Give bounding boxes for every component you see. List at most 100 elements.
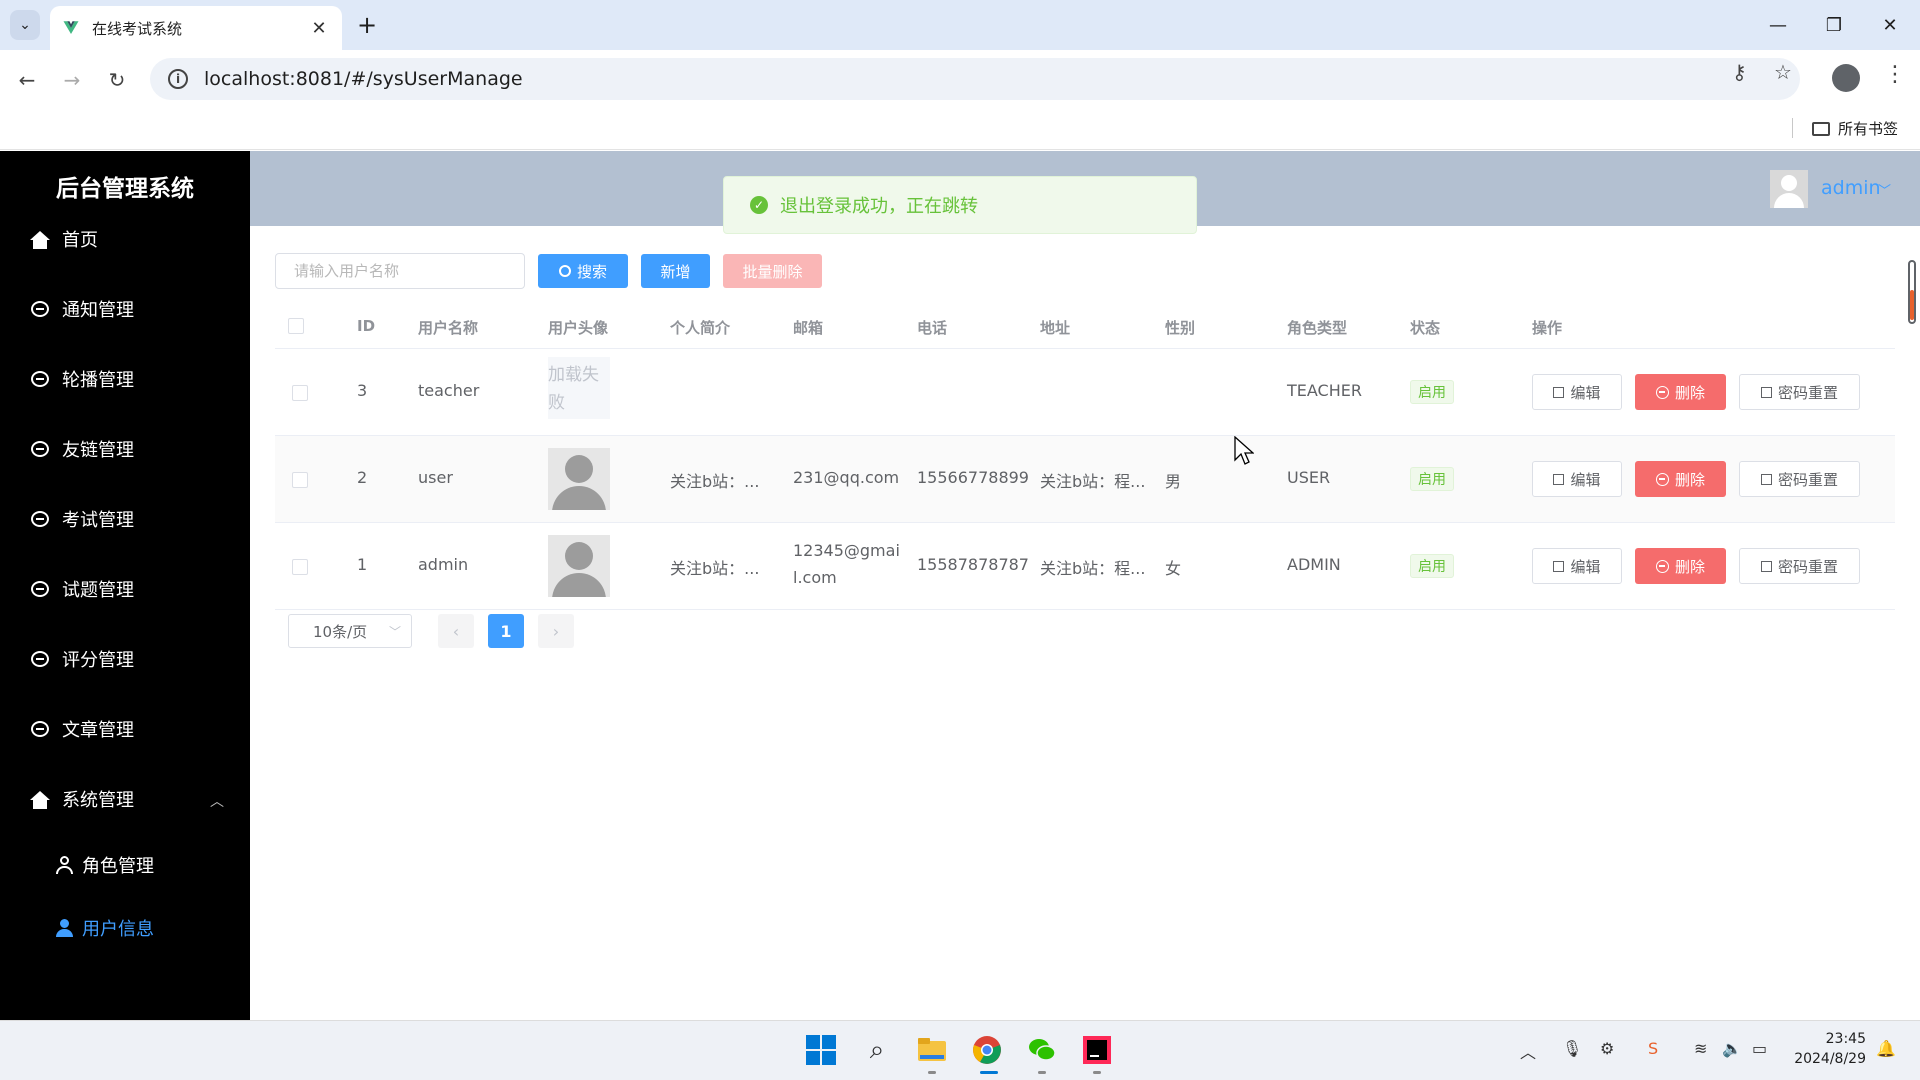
browser-tab[interactable]: 在线考试系统 ✕ — [50, 6, 342, 50]
sidebar-item-articles[interactable]: 文章管理 — [0, 701, 250, 757]
batch-delete-button[interactable]: 批量删除 — [723, 254, 822, 288]
home-icon — [30, 789, 50, 809]
page-number-button[interactable]: 1 — [488, 614, 524, 648]
next-page-button[interactable]: › — [538, 614, 574, 648]
delete-label: 删除 — [1674, 383, 1705, 402]
user-filled-icon — [56, 919, 73, 937]
table-row: 3 teacher 加载失 败 TEACHER 启用 编辑 删除 密码重置 — [275, 349, 1895, 436]
windows-start-icon[interactable] — [804, 1033, 838, 1067]
column-header: 用户头像 — [548, 319, 609, 337]
delete-button[interactable]: 删除 — [1635, 461, 1726, 497]
reset-password-button[interactable]: 密码重置 — [1739, 548, 1860, 584]
sidebar-item-questions[interactable]: 试题管理 — [0, 561, 250, 617]
file-explorer-icon[interactable] — [915, 1033, 949, 1067]
sidebar-item-links[interactable]: 友链管理 — [0, 421, 250, 477]
clock-time: 23:45 — [1825, 1031, 1866, 1047]
chevron-down-icon: ﹀ — [388, 625, 401, 639]
reset-password-button[interactable]: 密码重置 — [1739, 374, 1860, 410]
address-bar-row: ← → ↻ i localhost:8081/#/sysUserManage ⚷… — [0, 50, 1920, 108]
avatar-fail-text: 败 — [548, 393, 565, 413]
toast-message: 退出登录成功，正在跳转 — [780, 196, 978, 217]
tray-app-icon[interactable]: ⚙ — [1600, 1039, 1614, 1058]
restore-icon[interactable]: ❐ — [1814, 8, 1854, 42]
select-all-checkbox[interactable] — [288, 318, 304, 334]
chat-icon — [30, 299, 50, 319]
microphone-icon[interactable]: 🎙 — [1562, 1039, 1582, 1058]
wechat-icon[interactable] — [1025, 1033, 1059, 1067]
user-menu-name[interactable]: admin — [1821, 177, 1881, 199]
chevron-down-icon[interactable]: ﹀ — [1878, 180, 1891, 199]
bookmarks-bar: 所有书签 — [0, 108, 1920, 150]
sidebar-item-exam[interactable]: 考试管理 — [0, 491, 250, 547]
all-bookmarks-button[interactable]: 所有书签 — [1812, 118, 1898, 139]
browser-menu-icon[interactable]: ⋮ — [1884, 62, 1906, 87]
tab-close-icon[interactable]: ✕ — [308, 18, 330, 39]
window-close-icon[interactable]: ✕ — [1870, 8, 1910, 42]
add-button-label: 新增 — [660, 262, 691, 281]
sidebar-item-system[interactable]: 系统管理 ︿ — [0, 771, 250, 827]
wifi-icon[interactable]: ≋ — [1694, 1039, 1707, 1058]
reload-icon[interactable]: ↻ — [102, 65, 132, 95]
cell-id: 1 — [357, 555, 368, 574]
row-checkbox[interactable] — [292, 385, 308, 401]
sidebar-item-user-info[interactable]: 用户信息 — [0, 900, 250, 956]
delete-button[interactable]: 删除 — [1635, 374, 1726, 410]
chat-icon — [30, 579, 50, 599]
minimize-icon[interactable]: — — [1758, 8, 1798, 42]
prev-page-button[interactable]: ‹ — [438, 614, 474, 648]
mouse-cursor-icon — [1234, 436, 1254, 465]
tab-search-chevron-icon[interactable]: ⌄ — [10, 10, 40, 40]
username-search-input[interactable] — [275, 253, 525, 289]
user-icon — [56, 856, 73, 874]
input-method-icon[interactable]: S — [1648, 1039, 1658, 1058]
user-avatar[interactable] — [1770, 170, 1808, 208]
chevron-up-icon[interactable]: ︿ — [1520, 1039, 1536, 1063]
url-text[interactable]: localhost:8081/#/sysUserManage — [204, 68, 523, 90]
clock-date: 2024/8/29 — [1794, 1051, 1866, 1067]
row-checkbox[interactable] — [292, 472, 308, 488]
edit-button[interactable]: 编辑 — [1532, 548, 1622, 584]
add-button[interactable]: 新增 — [641, 254, 710, 288]
delete-button[interactable]: 删除 — [1635, 548, 1726, 584]
sidebar-item-notice[interactable]: 通知管理 — [0, 281, 250, 337]
page-size-select[interactable]: 10条/页 ﹀ — [288, 614, 412, 648]
search-icon[interactable]: ⌕ — [860, 1033, 894, 1067]
cell-bio: 关注b站：... — [670, 472, 760, 491]
folder-icon — [1812, 121, 1830, 136]
avatar-load-failed: 加载失 败 — [548, 357, 610, 419]
profile-avatar-icon[interactable] — [1832, 64, 1860, 92]
intellij-icon[interactable] — [1080, 1033, 1114, 1067]
scrollbar-accent — [1910, 290, 1914, 320]
sidebar-item-carousel[interactable]: 轮播管理 — [0, 351, 250, 407]
chevron-up-icon: ︿ — [210, 794, 224, 810]
bookmark-star-icon[interactable]: ☆ — [1774, 60, 1792, 84]
edit-button[interactable]: 编辑 — [1532, 461, 1622, 497]
cell-id: 3 — [357, 381, 368, 400]
cell-email: 12345@gmai — [793, 541, 900, 560]
password-key-icon[interactable]: ⚷ — [1732, 60, 1747, 84]
new-tab-plus-icon[interactable]: + — [352, 10, 382, 40]
battery-icon[interactable]: ▭ — [1752, 1039, 1767, 1058]
cell-gender: 女 — [1165, 559, 1182, 578]
reset-label: 密码重置 — [1777, 557, 1838, 576]
volume-icon[interactable]: 🔈 — [1722, 1039, 1742, 1058]
row-checkbox[interactable] — [292, 559, 308, 575]
chrome-icon[interactable] — [970, 1033, 1004, 1067]
reset-password-button[interactable]: 密码重置 — [1739, 461, 1860, 497]
edit-button[interactable]: 编辑 — [1532, 374, 1622, 410]
sidebar-item-grading[interactable]: 评分管理 — [0, 631, 250, 687]
chevron-right-icon: › — [552, 621, 560, 641]
cell-role: USER — [1287, 468, 1331, 487]
search-button[interactable]: 搜索 — [538, 254, 628, 288]
forward-arrow-icon[interactable]: → — [57, 65, 87, 95]
site-info-icon[interactable]: i — [168, 69, 188, 89]
url-omnibox[interactable]: i localhost:8081/#/sysUserManage — [150, 58, 1800, 100]
back-arrow-icon[interactable]: ← — [12, 65, 42, 95]
running-indicator — [1038, 1071, 1046, 1074]
delete-label: 删除 — [1674, 557, 1705, 576]
sidebar-item-home[interactable]: 首页 — [0, 211, 250, 267]
column-header: 用户名称 — [418, 319, 479, 337]
system-clock[interactable]: 23:45 2024/8/29 — [1780, 1029, 1866, 1069]
notification-bell-icon[interactable]: 🔔 — [1876, 1039, 1896, 1058]
sidebar-item-roles[interactable]: 角色管理 — [0, 837, 250, 893]
